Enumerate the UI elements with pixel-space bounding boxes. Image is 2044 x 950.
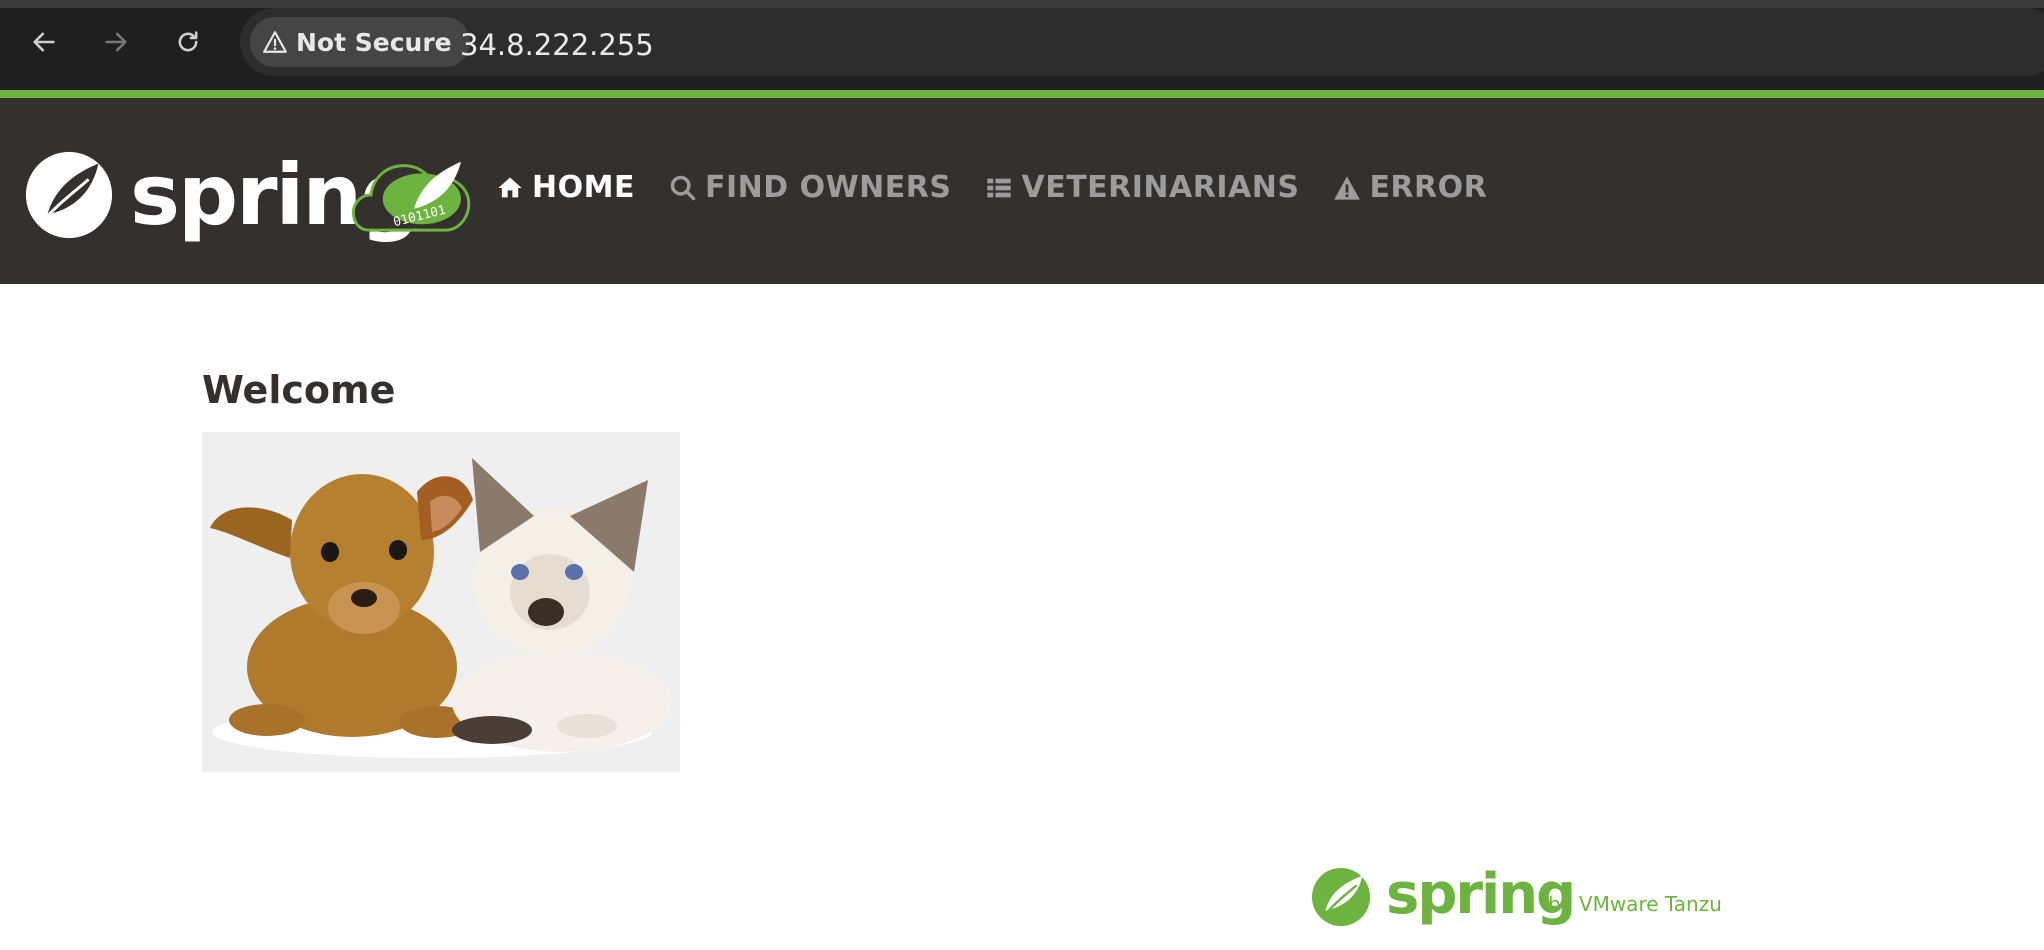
- nav-find-owners-label: FIND OWNERS: [704, 170, 952, 205]
- cloud-leaf-icon: 0101101: [351, 161, 471, 232]
- app-header: spring 0101101 HOME FIND OWNERS VETERINA…: [0, 98, 2044, 284]
- nav-error[interactable]: ERROR: [1333, 170, 1487, 205]
- warning-icon: [263, 31, 287, 53]
- reload-icon: [178, 31, 198, 52]
- back-button[interactable]: [24, 22, 64, 62]
- spring-petclinic-logo[interactable]: spring 0101101: [22, 148, 480, 242]
- page-title: Welcome: [202, 368, 396, 412]
- nav-find-owners[interactable]: FIND OWNERS: [669, 170, 952, 205]
- nav-veterinarians-label: VETERINARIANS: [1021, 170, 1300, 205]
- address-bar[interactable]: Not Secure 34.8.222.255: [240, 8, 2044, 76]
- nav-home[interactable]: HOME: [496, 170, 635, 205]
- accent-stripe: [0, 90, 2044, 98]
- spring-leaf-icon: [1311, 867, 1371, 927]
- nav-home-label: HOME: [532, 170, 635, 205]
- puppy-and-kitten-illustration: [202, 432, 680, 772]
- main-nav: HOME FIND OWNERS VETERINARIANS ERROR: [496, 170, 1487, 205]
- nav-veterinarians[interactable]: VETERINARIANS: [985, 170, 1299, 205]
- footer-byline: by VMware Tanzu: [1548, 892, 1722, 916]
- list-icon: [987, 178, 1012, 197]
- arrow-right-icon: [105, 32, 127, 52]
- tab-strip-edge: [0, 0, 2044, 8]
- spring-leaf-icon: [25, 151, 113, 239]
- reload-button[interactable]: [168, 22, 208, 62]
- pets-image: [202, 432, 680, 772]
- browser-toolbar: Not Secure 34.8.222.255: [0, 0, 2044, 90]
- arrow-left-icon: [33, 32, 55, 52]
- forward-button[interactable]: [96, 22, 136, 62]
- nav-error-label: ERROR: [1369, 170, 1488, 205]
- security-chip[interactable]: Not Secure: [250, 17, 470, 67]
- footer-wordmark: spring: [1386, 862, 1576, 927]
- url-text[interactable]: 34.8.222.255: [460, 28, 654, 62]
- warning-icon: [1334, 175, 1361, 200]
- search-icon: [670, 175, 696, 200]
- home-icon: [498, 177, 522, 197]
- security-label: Not Secure: [296, 27, 452, 57]
- footer-logo: spring by VMware Tanzu: [1310, 862, 1730, 932]
